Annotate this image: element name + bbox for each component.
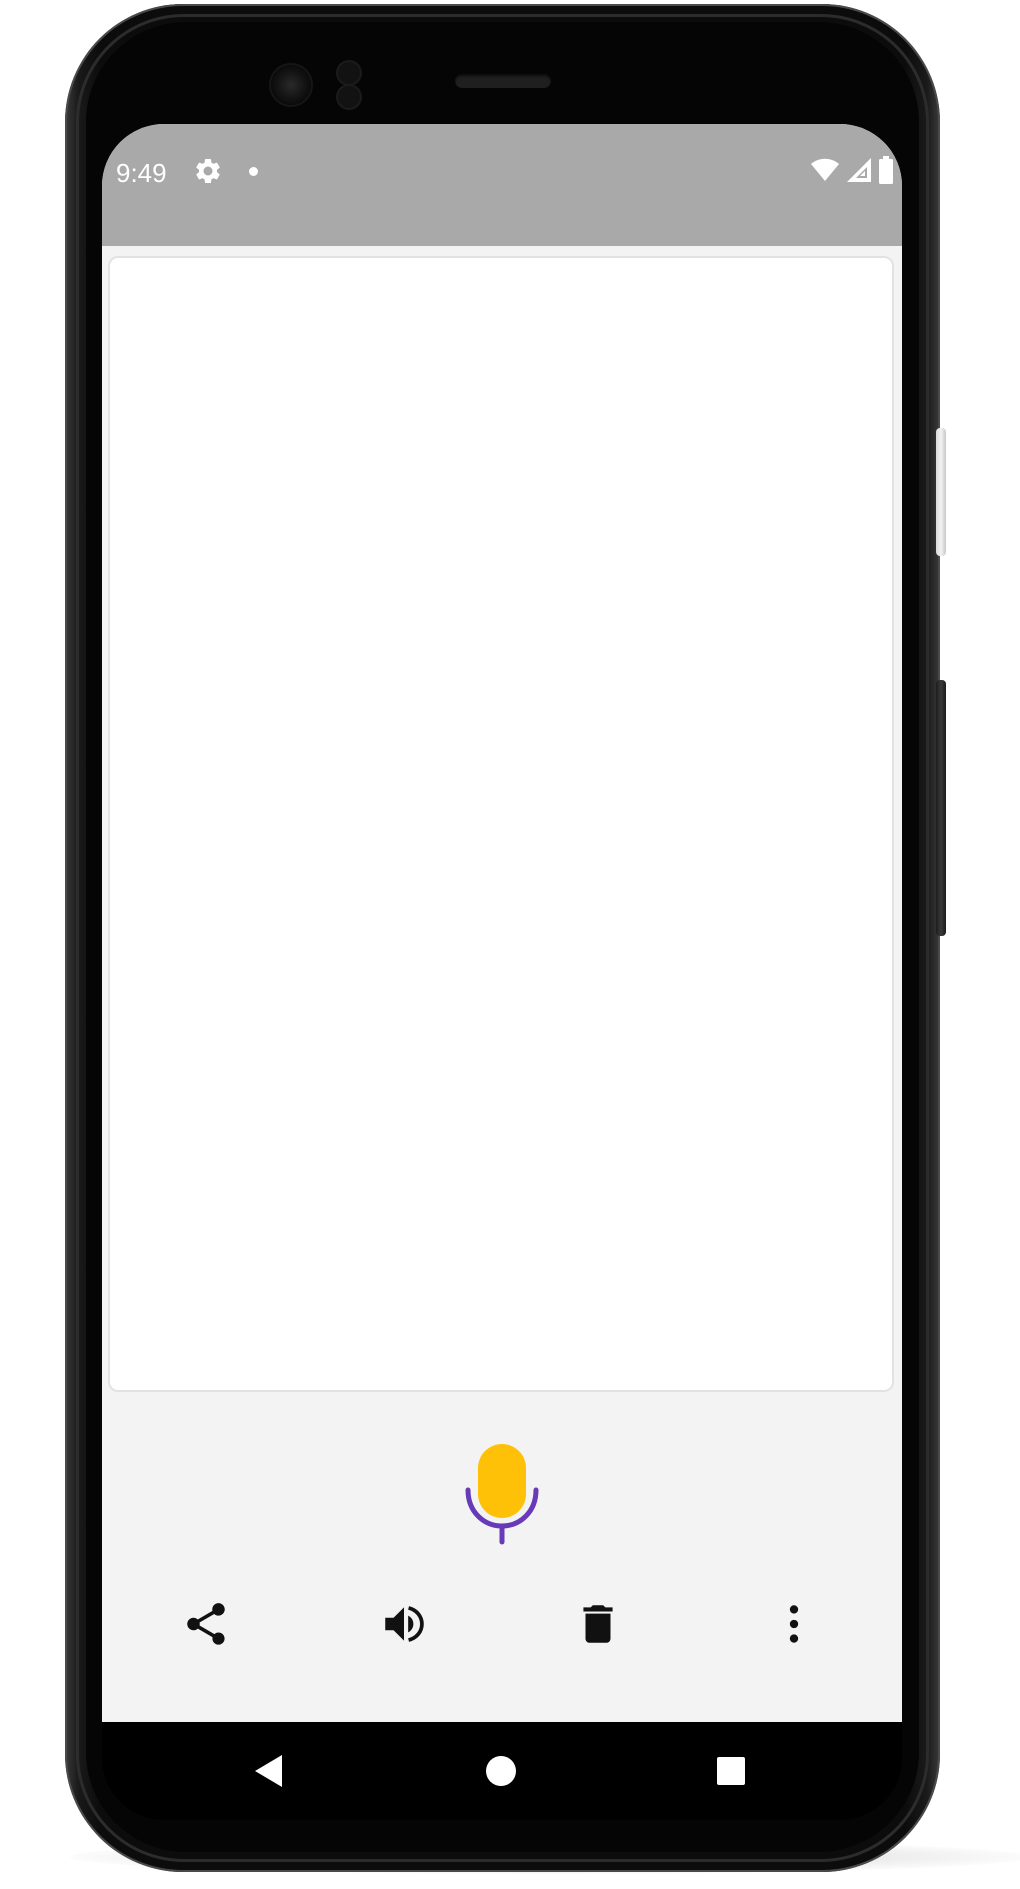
status-time: 9:49 <box>116 158 167 188</box>
bottom-toolbar <box>102 1584 902 1664</box>
notification-dot <box>249 167 258 176</box>
delete-button[interactable] <box>568 1594 628 1654</box>
back-icon <box>255 1755 282 1787</box>
microphone-button[interactable] <box>464 1442 540 1546</box>
status-bar: 9:49 <box>102 124 902 246</box>
status-icons <box>810 155 894 189</box>
nav-back-button[interactable] <box>244 1746 294 1796</box>
navigation-bar <box>102 1722 902 1820</box>
home-icon <box>486 1756 516 1786</box>
microphone-icon <box>465 1444 539 1545</box>
earpiece-speaker <box>455 74 551 88</box>
proximity-sensor <box>338 62 360 84</box>
share-icon <box>187 1603 225 1645</box>
transcript-area[interactable] <box>108 256 894 1392</box>
trash-icon <box>583 1605 613 1643</box>
more-options-button[interactable] <box>764 1594 824 1654</box>
cellular-signal-icon <box>846 157 872 188</box>
settings-icon <box>193 156 223 186</box>
nav-home-button[interactable] <box>476 1746 526 1796</box>
front-camera <box>271 65 311 105</box>
share-button[interactable] <box>176 1594 236 1654</box>
volume-icon <box>385 1606 424 1642</box>
volume-rocker <box>936 680 946 936</box>
more-vertical-icon <box>789 1605 799 1643</box>
power-button <box>936 428 946 556</box>
nav-recents-button[interactable] <box>706 1746 756 1796</box>
speak-button[interactable] <box>374 1594 434 1654</box>
light-sensor <box>338 86 360 108</box>
app-screen: 9:49 <box>102 124 902 1722</box>
wifi-icon <box>810 158 840 187</box>
device-frame: 9:49 <box>0 0 1020 1889</box>
battery-icon <box>878 155 894 189</box>
recents-icon <box>717 1757 745 1785</box>
